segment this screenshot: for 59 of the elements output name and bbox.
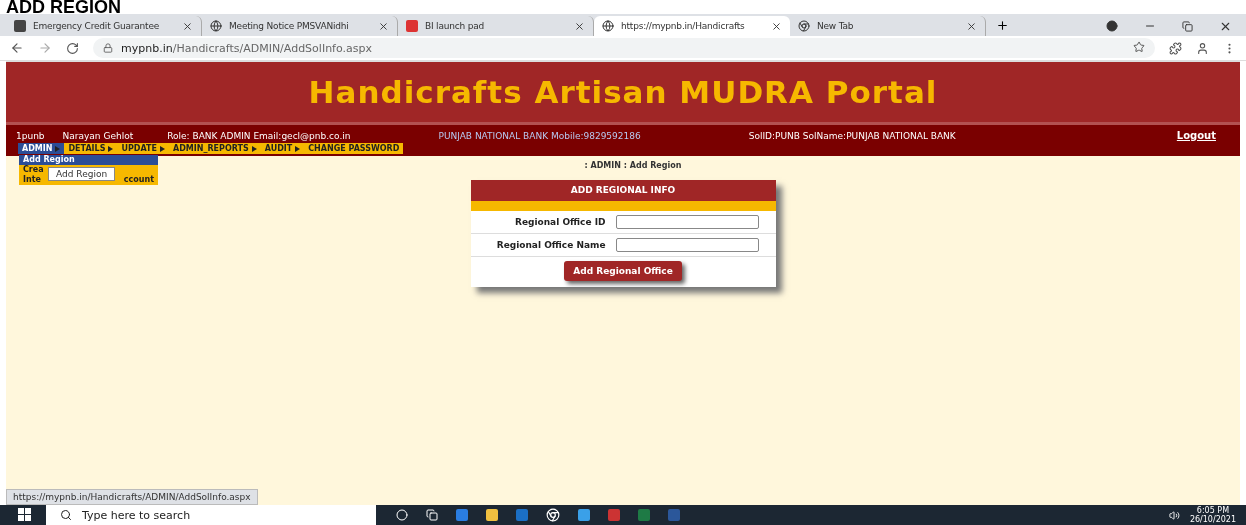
- search-icon: [60, 509, 72, 521]
- page-heading: ADD REGION: [6, 0, 121, 14]
- app-icon: [14, 20, 26, 32]
- dropdown-item[interactable]: Add Region: [19, 155, 158, 165]
- submit-button[interactable]: Add Regional Office: [564, 261, 682, 281]
- menu-item[interactable]: ADMIN: [18, 143, 65, 154]
- role-info: Role: BANK ADMIN Email:gecl@pnb.co.in: [167, 130, 351, 141]
- tab-title: New Tab: [817, 21, 855, 31]
- back-icon[interactable]: [10, 41, 24, 55]
- bank-info: PUNJAB NATIONAL BANK Mobile:9829592186: [438, 130, 641, 141]
- lock-icon: [103, 43, 113, 53]
- close-icon[interactable]: [182, 20, 193, 32]
- field-label: Regional Office ID: [513, 217, 606, 227]
- tab-title: Emergency Credit Guarantee: [33, 21, 161, 31]
- chrome-icon: [798, 20, 810, 32]
- url-text: mypnb.in/Handicrafts/ADMIN/AddSolInfo.aspx: [121, 41, 372, 55]
- sol-info: SolID:PUNB SolName:PUNJAB NATIONAL BANK: [748, 130, 956, 141]
- close-icon[interactable]: [574, 20, 585, 32]
- reload-icon[interactable]: [66, 41, 79, 55]
- form-title: ADD REGIONAL INFO: [470, 180, 776, 211]
- address-bar[interactable]: mypnb.in/Handicrafts/ADMIN/AddSolInfo.aspx: [93, 38, 1155, 58]
- close-icon[interactable]: [771, 20, 782, 32]
- plus-icon[interactable]: [996, 19, 1009, 32]
- tab-title: BI launch pad: [425, 21, 485, 31]
- puzzle-icon[interactable]: [1169, 41, 1182, 55]
- cortana-icon[interactable]: [396, 509, 408, 521]
- field-label: Regional Office Name: [495, 240, 606, 250]
- globe-icon: [602, 20, 614, 32]
- tab-title: Meeting Notice PMSVANidhi: [229, 21, 350, 31]
- status-url: https://mypnb.in/Handicrafts/ADMIN/AddSolInfo.aspx: [6, 489, 258, 505]
- browser-tab[interactable]: New Tab: [790, 16, 986, 36]
- chrome-icon[interactable]: [546, 508, 560, 522]
- input-field[interactable]: [615, 215, 759, 229]
- tab-title: https://mypnb.in/Handicrafts: [621, 21, 746, 31]
- tooltip: Add Region: [48, 167, 116, 181]
- menu-item[interactable]: ADMIN_REPORTS: [168, 143, 261, 154]
- browser-tab[interactable]: Meeting Notice PMSVANidhi: [202, 16, 398, 36]
- browser-tab[interactable]: https://mypnb.in/Handicrafts: [594, 16, 790, 36]
- search-field[interactable]: Type here to search: [46, 505, 376, 525]
- browser-tab[interactable]: Emergency Credit Guarantee: [6, 16, 202, 36]
- menu-item[interactable]: CHANGE PASSWORD: [304, 143, 404, 154]
- task-view-icon[interactable]: [426, 509, 438, 521]
- globe-icon: [210, 20, 222, 32]
- clock: 6:05 PM 26/10/2021: [1189, 506, 1236, 524]
- close-icon[interactable]: [966, 20, 977, 32]
- input-field[interactable]: [615, 238, 759, 252]
- breadcrumb: : ADMIN : Add Region: [584, 161, 682, 170]
- browser-tab[interactable]: BI launch pad: [398, 16, 594, 36]
- user-name: Narayan Gehlot: [62, 130, 134, 141]
- user-id: 1punb: [16, 130, 45, 141]
- restore-icon[interactable]: [1182, 20, 1193, 32]
- star-icon[interactable]: [1133, 40, 1145, 53]
- windows-icon[interactable]: [18, 508, 32, 522]
- logout-link[interactable]: Logout: [1176, 130, 1216, 141]
- menu-item[interactable]: AUDIT: [260, 143, 305, 154]
- volume-icon[interactable]: [1168, 509, 1180, 521]
- portal-title: Handicrafts Artisan MUDRA Portal: [308, 74, 938, 110]
- user-icon[interactable]: [1196, 41, 1209, 55]
- close-icon[interactable]: [378, 20, 389, 32]
